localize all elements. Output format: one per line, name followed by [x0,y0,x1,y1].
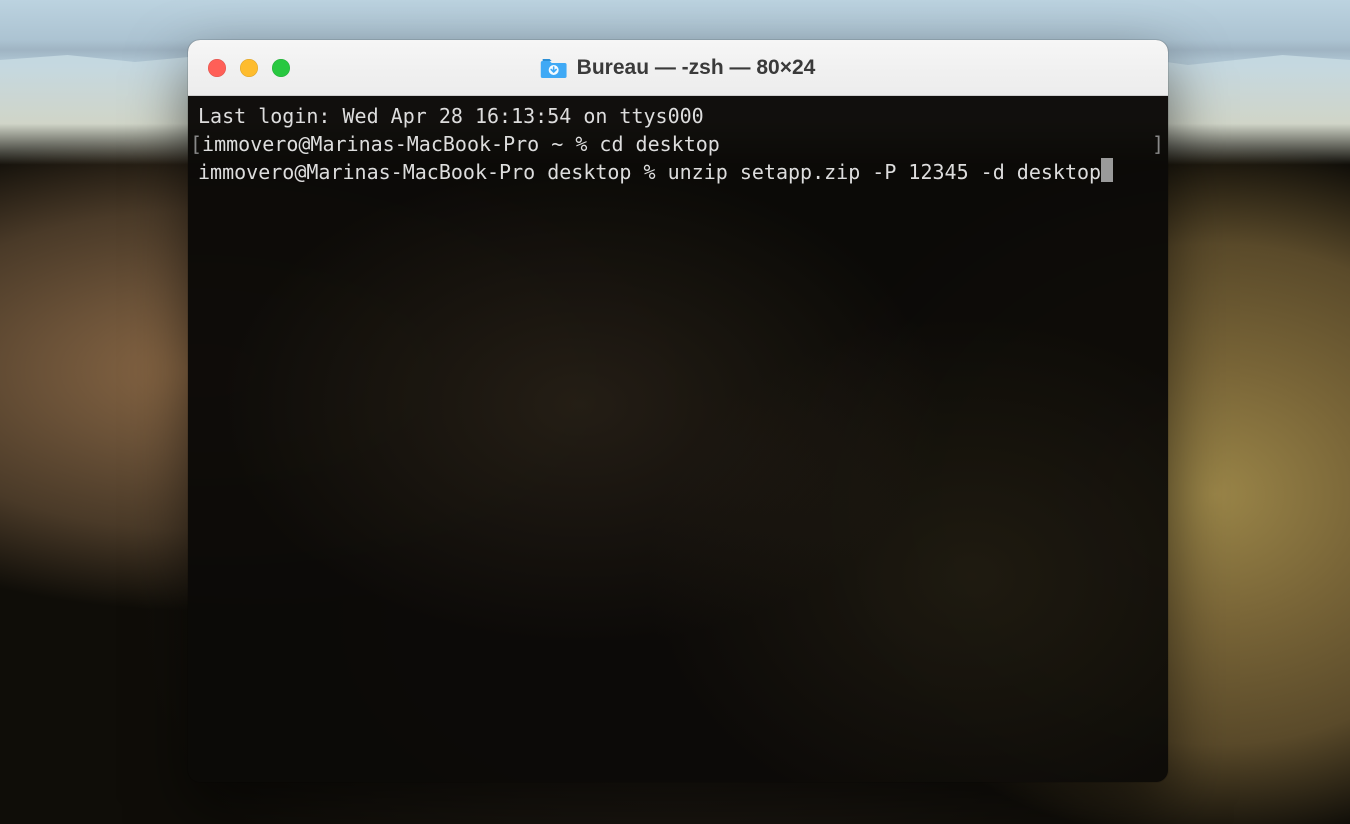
traffic-lights [208,59,290,77]
titlebar[interactable]: Bureau — -zsh — 80×24 [188,40,1168,96]
bracket-icon: ] [1152,130,1164,158]
window-title: Bureau — -zsh — 80×24 [577,56,816,80]
terminal-line: Last login: Wed Apr 28 16:13:54 on ttys0… [198,102,1158,130]
close-button[interactable] [208,59,226,77]
folder-downloads-icon [541,57,567,79]
terminal-body[interactable]: Last login: Wed Apr 28 16:13:54 on ttys0… [188,96,1168,782]
terminal-text: immovero@Marinas-MacBook-Pro desktop % u… [198,160,1101,184]
title-center: Bureau — -zsh — 80×24 [541,56,816,80]
minimize-button[interactable] [240,59,258,77]
cursor [1101,158,1113,182]
bracket-icon: [ [190,130,202,158]
terminal-window: Bureau — -zsh — 80×24 Last login: Wed Ap… [188,40,1168,782]
maximize-button[interactable] [272,59,290,77]
terminal-line: immovero@Marinas-MacBook-Pro desktop % u… [198,158,1158,186]
terminal-text: immovero@Marinas-MacBook-Pro ~ % cd desk… [202,130,720,158]
terminal-line: [immovero@Marinas-MacBook-Pro ~ % cd des… [198,130,1158,158]
